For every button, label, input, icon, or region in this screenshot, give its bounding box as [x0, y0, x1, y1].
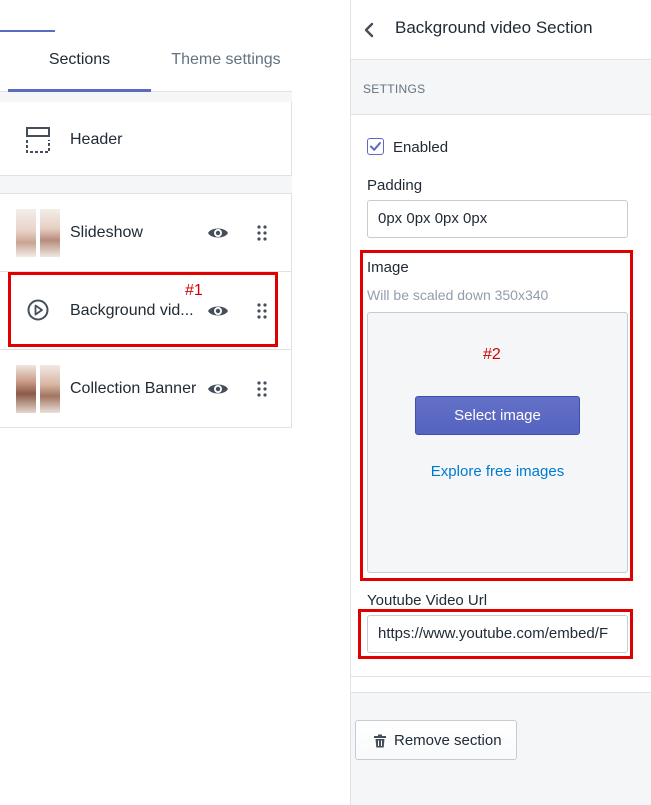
annotation-tag-1: #1: [185, 282, 203, 299]
sidebar-item-label: Slideshow: [70, 224, 143, 241]
settings-heading-bar: SETTINGS: [351, 60, 651, 115]
sidebar-item-label: Header: [70, 131, 123, 148]
header-layout-icon: [26, 127, 50, 153]
page-title: Background video Section: [395, 18, 593, 37]
annotation-box-2: [360, 250, 633, 581]
padding-label: Padding: [367, 177, 423, 194]
trash-icon: [374, 734, 386, 748]
sidebar-item-header[interactable]: Header: [0, 102, 292, 176]
annotation-box-3: [358, 609, 633, 659]
remove-section-label: Remove section: [394, 732, 502, 749]
slideshow-thumbnail: [16, 209, 60, 257]
padding-input[interactable]: 0px 0px 0px 0px: [367, 200, 628, 238]
remove-section-button[interactable]: Remove section: [355, 720, 517, 760]
enabled-label: Enabled: [393, 139, 449, 156]
sidebar-item-collection-banner[interactable]: Collection Banner: [0, 350, 292, 428]
panel-tabs: Sections Theme settings: [0, 32, 292, 92]
collection-banner-thumbnail: [16, 365, 60, 413]
sidebar-item-slideshow[interactable]: Slideshow: [0, 194, 292, 272]
sections-panel: Sections Theme settings Header Slideshow: [0, 0, 292, 430]
enabled-checkbox[interactable]: [367, 138, 384, 155]
panel-header: Background video Section: [351, 0, 651, 60]
drag-handle-icon[interactable]: [255, 224, 269, 242]
drag-handle-icon[interactable]: [255, 380, 269, 398]
checkmark-icon: [370, 142, 381, 151]
sidebar-item-label: Collection Banner: [70, 380, 197, 397]
chevron-left-icon[interactable]: [361, 20, 377, 40]
annotation-box-1: [8, 272, 278, 347]
annotation-tag-2: #2: [483, 346, 501, 363]
youtube-url-label: Youtube Video Url: [367, 592, 488, 609]
eye-icon[interactable]: [207, 225, 229, 241]
tab-sections[interactable]: Sections: [8, 32, 151, 92]
settings-heading: SETTINGS: [363, 82, 426, 96]
tab-theme-settings[interactable]: Theme settings: [160, 32, 292, 92]
eye-icon[interactable]: [207, 381, 229, 397]
